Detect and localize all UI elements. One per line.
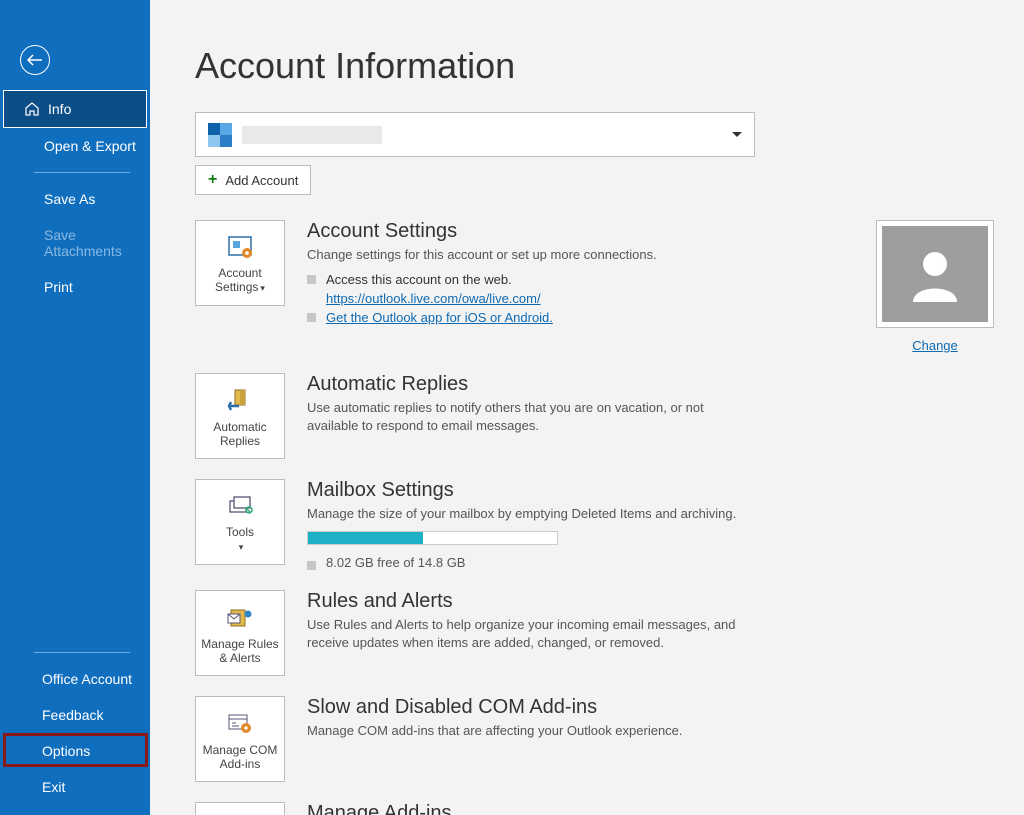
- section-automatic-replies: Automatic Replies Automatic Replies Use …: [195, 373, 994, 459]
- add-account-label: Add Account: [225, 173, 298, 188]
- tile-label: Manage Rules & Alerts: [200, 637, 280, 665]
- page-title: Account Information: [195, 45, 994, 87]
- bullet-icon: [307, 313, 316, 322]
- section-desc: Manage the size of your mailbox by empty…: [307, 505, 994, 523]
- nav-bottom: Office Account Feedback Options Exit: [0, 644, 150, 815]
- outlook-account-icon: [208, 123, 232, 147]
- avatar-box: [876, 220, 994, 328]
- nav-divider: [34, 172, 130, 173]
- section-title: Slow and Disabled COM Add-ins: [307, 696, 994, 719]
- nav-item-save-as[interactable]: Save As: [0, 181, 150, 217]
- section-rules-alerts: Manage Rules & Alerts Rules and Alerts U…: [195, 590, 994, 676]
- bullets: Access this account on the web. https://…: [307, 270, 854, 327]
- nav-item-feedback[interactable]: Feedback: [0, 697, 150, 733]
- tile-com-addins[interactable]: Manage COM Add-ins: [195, 696, 285, 782]
- section-account-settings: Account Settings▾ Account Settings Chang…: [195, 220, 994, 353]
- nav-item-office-account[interactable]: Office Account: [0, 661, 150, 697]
- section-mailbox-settings: Tools▾ Mailbox Settings Manage the size …: [195, 479, 994, 570]
- chevron-down-icon: [732, 132, 742, 138]
- section-desc: Use Rules and Alerts to help organize yo…: [307, 616, 747, 652]
- section-desc: Use automatic replies to notify others t…: [307, 399, 747, 435]
- nav-item-options[interactable]: Options: [0, 733, 150, 769]
- section-title: Automatic Replies: [307, 373, 747, 396]
- automatic-replies-icon: [225, 388, 255, 414]
- tile-label: Account Settings▾: [200, 266, 280, 295]
- home-icon: [24, 101, 40, 117]
- nav-label: Feedback: [42, 707, 103, 723]
- nav-label: Open & Export: [44, 138, 136, 154]
- bullet-icon: [307, 561, 316, 570]
- nav-label: Print: [44, 279, 73, 295]
- section-manage-addins: Manage Add-ins: [195, 802, 994, 815]
- nav-item-exit[interactable]: Exit: [0, 769, 150, 805]
- section-title: Account Settings: [307, 220, 854, 243]
- avatar-placeholder-icon: [882, 226, 988, 322]
- nav-item-open-export[interactable]: Open & Export: [0, 128, 150, 164]
- tile-label: Manage COM Add-ins: [200, 743, 280, 771]
- back-button[interactable]: [20, 45, 50, 75]
- tile-label: Automatic Replies: [200, 420, 280, 448]
- tile-manage-addins[interactable]: [195, 802, 285, 815]
- mobile-app-link[interactable]: Get the Outlook app for iOS or Android.: [326, 308, 553, 327]
- account-selector[interactable]: [195, 112, 755, 157]
- section-title: Rules and Alerts: [307, 590, 747, 613]
- nav-label: Save Attachments: [44, 227, 140, 259]
- rules-alerts-icon: [225, 605, 255, 631]
- nav-label: Options: [42, 743, 90, 759]
- add-account-button[interactable]: + Add Account: [195, 165, 311, 195]
- nav-item-print[interactable]: Print: [0, 269, 150, 305]
- tile-tools[interactable]: Tools▾: [195, 479, 285, 565]
- web-access-link[interactable]: https://outlook.live.com/owa/live.com/: [326, 291, 541, 306]
- section-desc: Manage COM add-ins that are affecting yo…: [307, 722, 994, 740]
- tools-icon: [225, 493, 255, 519]
- nav-label: Office Account: [42, 671, 132, 687]
- nav-divider: [34, 652, 130, 653]
- account-selector-value: [242, 126, 382, 144]
- nav-label: Info: [48, 101, 71, 117]
- account-settings-icon: [226, 234, 254, 260]
- com-addins-icon: [225, 711, 255, 737]
- section-desc: Change settings for this account or set …: [307, 246, 854, 264]
- section-title: Manage Add-ins: [307, 802, 994, 815]
- nav-item-save-attachments: Save Attachments: [0, 217, 150, 269]
- back-arrow-icon: [27, 54, 43, 66]
- tile-label: Tools▾: [226, 525, 254, 554]
- storage-progress-fill: [308, 532, 423, 544]
- main-content: Account Information + Add Account Accoun…: [150, 0, 1024, 815]
- bullet-icon: [307, 275, 316, 284]
- nav-top: Info Open & Export Save As Save Attachme…: [0, 90, 150, 305]
- tile-account-settings[interactable]: Account Settings▾: [195, 220, 285, 306]
- change-avatar-link[interactable]: Change: [912, 338, 958, 353]
- nav-item-info[interactable]: Info: [3, 90, 147, 128]
- tile-automatic-replies[interactable]: Automatic Replies: [195, 373, 285, 459]
- storage-progress-bar: [307, 531, 558, 545]
- nav-label: Exit: [42, 779, 65, 795]
- section-com-addins: Manage COM Add-ins Slow and Disabled COM…: [195, 696, 994, 782]
- storage-text: 8.02 GB free of 14.8 GB: [326, 555, 465, 570]
- bullet-text: Access this account on the web.: [326, 272, 512, 287]
- chevron-down-icon: ▾: [260, 283, 265, 293]
- plus-icon: +: [208, 171, 217, 189]
- tile-rules-alerts[interactable]: Manage Rules & Alerts: [195, 590, 285, 676]
- backstage-sidebar: Info Open & Export Save As Save Attachme…: [0, 0, 150, 815]
- chevron-down-icon: ▾: [239, 542, 244, 552]
- nav-label: Save As: [44, 191, 95, 207]
- section-title: Mailbox Settings: [307, 479, 994, 502]
